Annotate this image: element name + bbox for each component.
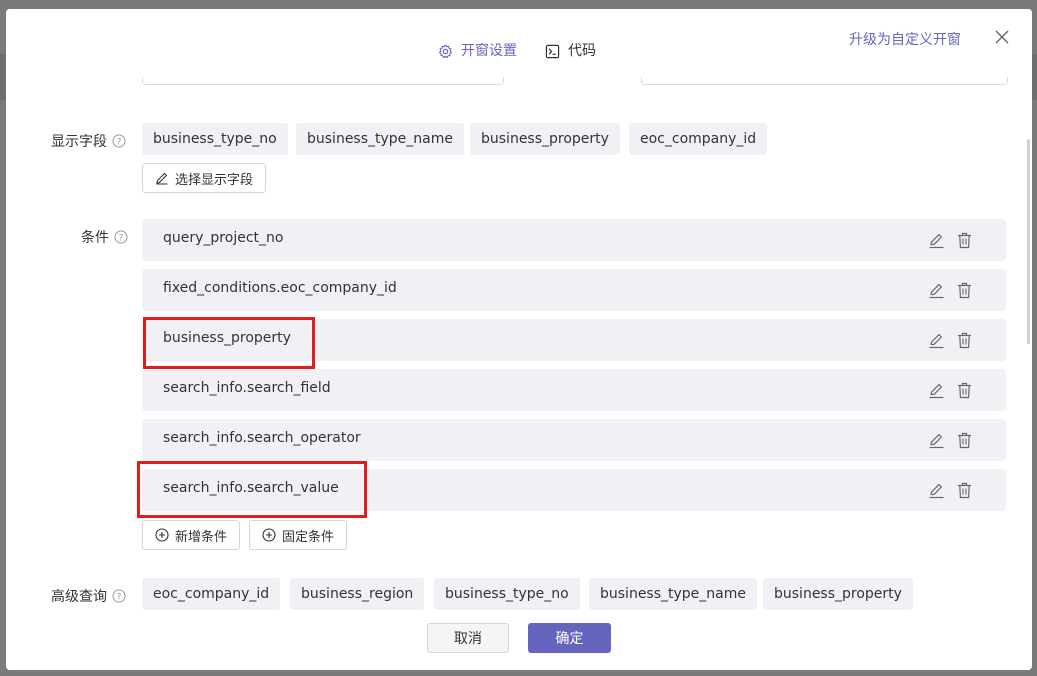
condition-name: search_info.search_operator — [163, 430, 361, 446]
select-display-fields-label: 选择显示字段 — [175, 172, 254, 188]
dialog-header: 开窗设置 代码 升级为自定义开窗 — [6, 9, 1032, 77]
condition-row: fixed_conditions.eoc_company_id — [142, 269, 1006, 311]
trash-icon[interactable] — [957, 282, 972, 299]
trash-icon[interactable] — [957, 482, 972, 499]
edit-icon[interactable] — [928, 382, 945, 399]
trash-icon[interactable] — [957, 332, 972, 349]
advanced-query-chip: eoc_company_id — [142, 578, 281, 610]
advanced-query-label-text: 高级查询 — [51, 589, 107, 605]
condition-name: search_info.search_field — [163, 380, 331, 396]
svg-text:?: ? — [117, 593, 122, 603]
window-settings-dialog: 开窗设置 代码 升级为自定义开窗 显示字段 ? business_type_no… — [6, 9, 1032, 670]
help-icon[interactable]: ? — [112, 589, 126, 603]
conditions-label: 条件 ? — [81, 227, 128, 247]
display-field-chip: eoc_company_id — [629, 123, 768, 155]
edit-icon[interactable] — [928, 232, 945, 249]
advanced-query-label: 高级查询 ? — [51, 586, 126, 606]
display-field-chip: business_type_name — [296, 123, 464, 155]
select-display-fields-button[interactable]: 选择显示字段 — [142, 163, 267, 193]
highlight-box — [137, 461, 367, 518]
upgrade-custom-window-link[interactable]: 升级为自定义开窗 — [849, 29, 961, 49]
scrollbar[interactable] — [1027, 139, 1030, 344]
edit-icon[interactable] — [928, 482, 945, 499]
advanced-query-chip: business_property — [763, 578, 913, 610]
help-icon[interactable]: ? — [112, 134, 126, 148]
display-field-chip: business_property — [470, 123, 620, 155]
condition-name: query_project_no — [163, 230, 284, 246]
tab-code-label: 代码 — [568, 43, 596, 59]
pencil-icon — [156, 172, 168, 185]
plus-circle-icon — [262, 528, 276, 542]
display-fields-label: 显示字段 ? — [51, 131, 126, 151]
help-icon[interactable]: ? — [114, 230, 128, 244]
display-fields-label-text: 显示字段 — [51, 134, 107, 150]
add-condition-button[interactable]: 新增条件 — [142, 520, 241, 550]
cancel-button[interactable]: 取消 — [427, 623, 509, 653]
tab-window-settings-label: 开窗设置 — [461, 43, 517, 59]
tab-code[interactable]: 代码 — [545, 41, 596, 61]
condition-row: search_info.search_field — [142, 369, 1006, 411]
edit-icon[interactable] — [928, 432, 945, 449]
advanced-query-chip: business_region — [290, 578, 425, 610]
fixed-condition-button[interactable]: 固定条件 — [249, 520, 348, 550]
condition-name: fixed_conditions.eoc_company_id — [163, 280, 397, 296]
tab-window-settings[interactable]: 开窗设置 — [438, 41, 517, 61]
trash-icon[interactable] — [957, 432, 972, 449]
plus-circle-icon — [155, 528, 169, 542]
fixed-condition-label: 固定条件 — [282, 529, 335, 545]
advanced-query-chip: business_type_name — [589, 578, 757, 610]
highlight-box — [143, 317, 315, 369]
trash-icon[interactable] — [957, 232, 972, 249]
confirm-button[interactable]: 确定 — [528, 623, 611, 653]
condition-row: search_info.search_operator — [142, 419, 1006, 461]
gear-icon — [439, 44, 452, 58]
svg-text:?: ? — [117, 138, 122, 148]
edit-icon[interactable] — [928, 332, 945, 349]
close-icon[interactable] — [994, 29, 1010, 45]
trash-icon[interactable] — [957, 382, 972, 399]
condition-row: query_project_no — [142, 219, 1006, 261]
svg-text:?: ? — [119, 234, 124, 244]
edit-icon[interactable] — [928, 282, 945, 299]
add-condition-label: 新增条件 — [175, 529, 228, 545]
terminal-icon — [545, 44, 560, 58]
conditions-label-text: 条件 — [81, 230, 109, 246]
dialog-footer — [6, 616, 1032, 670]
display-field-chip: business_type_no — [142, 123, 288, 155]
advanced-query-chip: business_type_no — [434, 578, 580, 610]
